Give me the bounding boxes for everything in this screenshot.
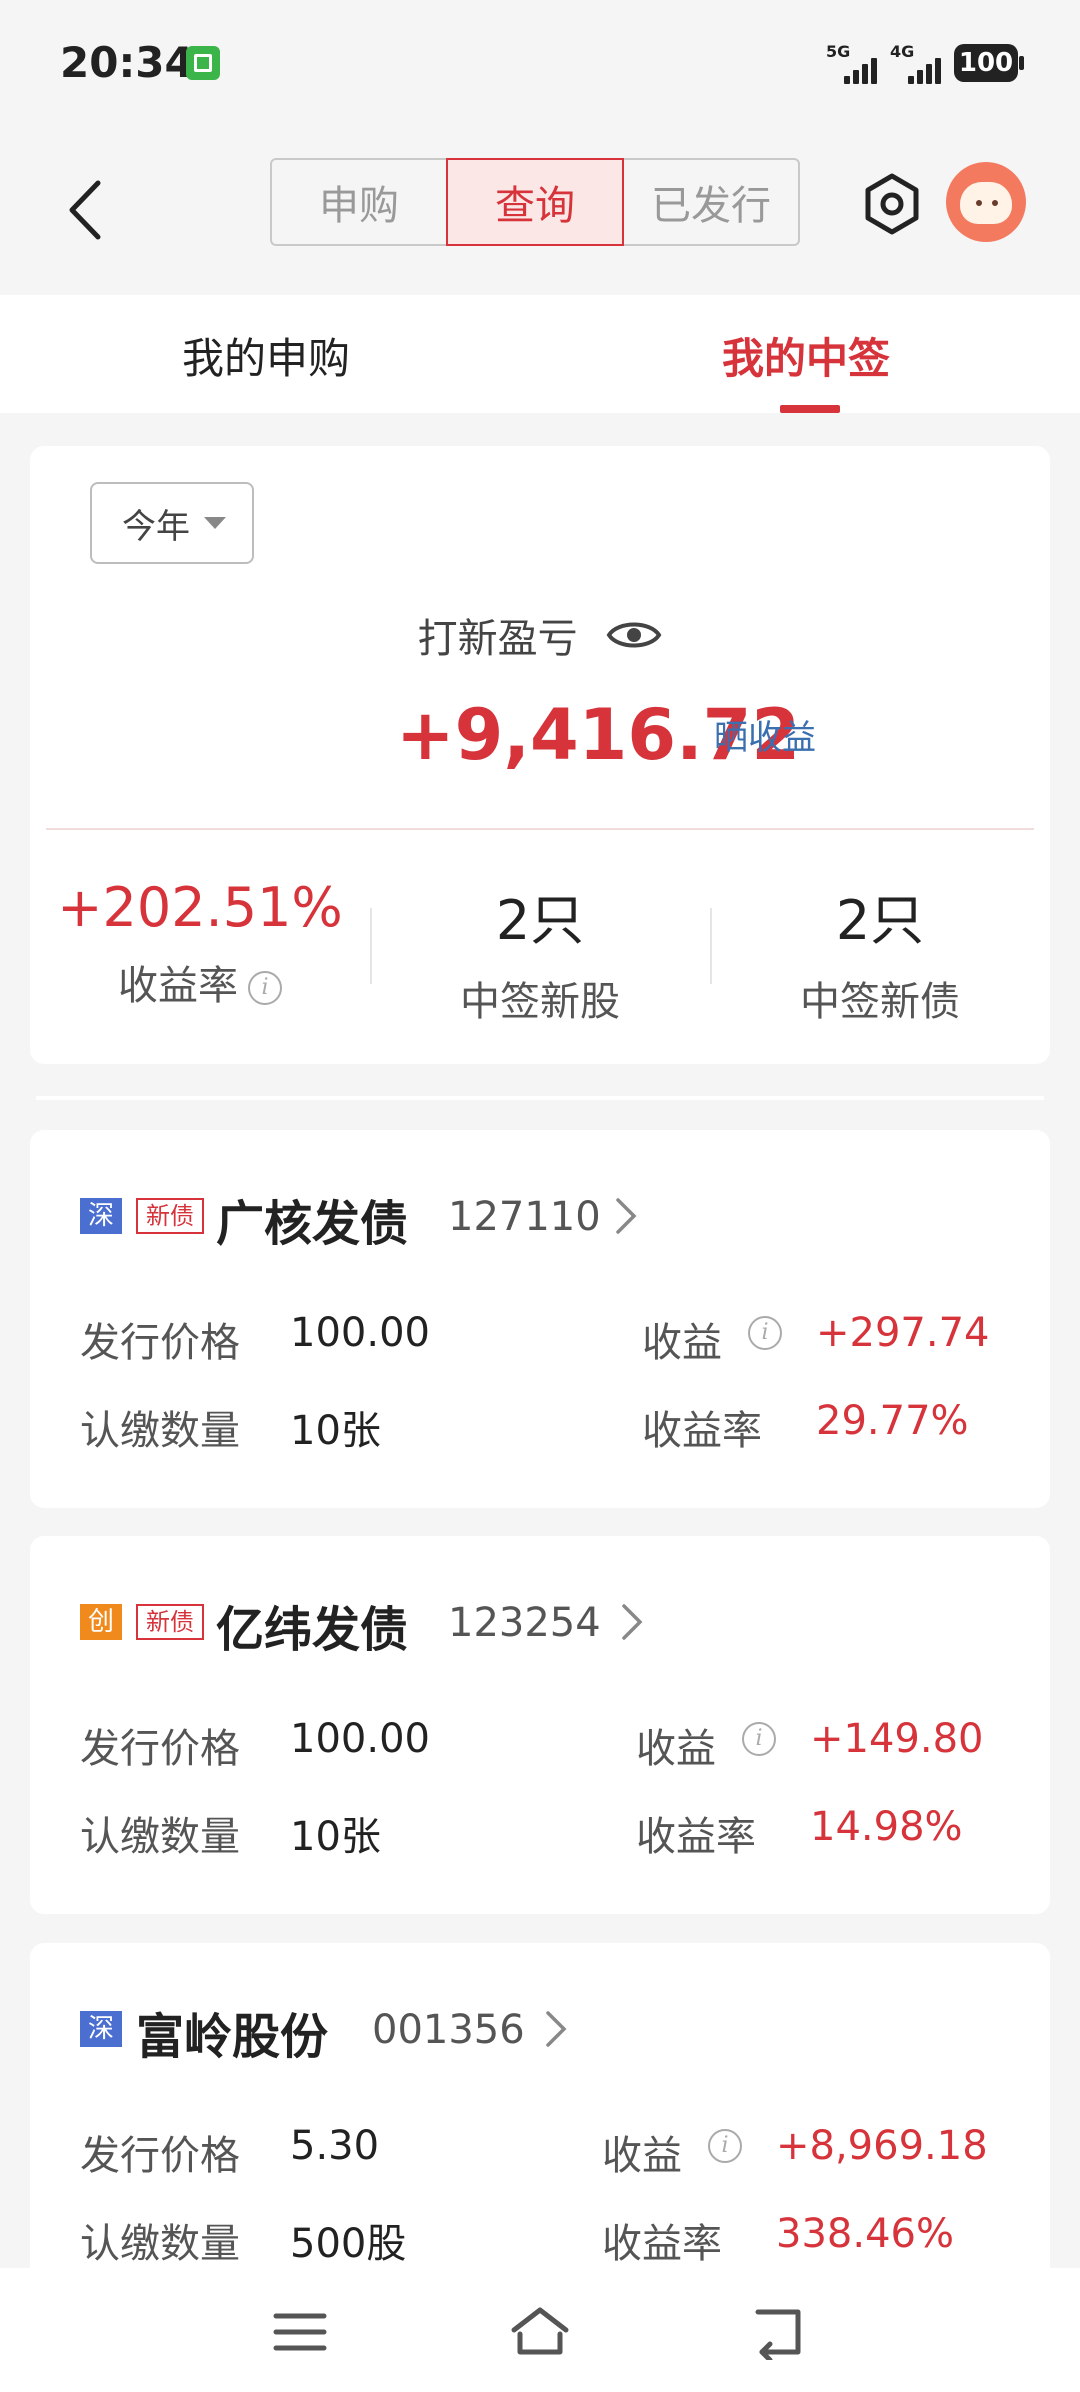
stat-new-stocks: 2只 中签新股 (370, 876, 710, 1027)
profit-rate-value: 338.46% (776, 2211, 954, 2257)
segment-subscribe[interactable]: 申购 (270, 158, 448, 246)
segment-query[interactable]: 查询 (446, 158, 624, 246)
tab-my-subscriptions[interactable]: 我的申购 (182, 325, 350, 386)
holding-code: 123254 (448, 1600, 601, 1646)
market-badge: 深 (80, 2011, 122, 2047)
segment-issued[interactable]: 已发行 (622, 158, 800, 246)
profit-value: +297.74 (816, 1310, 990, 1356)
profit-rate-label: 收益率 (636, 1814, 756, 1860)
divider (36, 1096, 1044, 1100)
notification-icon (186, 46, 220, 80)
back-nav-icon[interactable] (750, 2304, 810, 2360)
holding-code: 001356 (372, 2007, 525, 2053)
system-nav-bar (0, 2268, 1080, 2392)
status-time: 20:34 (60, 38, 194, 87)
issue-price-label: 发行价格 (80, 1320, 240, 1366)
quantity-value: 10张 (290, 1814, 381, 1860)
holding-header[interactable]: 创 新债 亿纬发债 123254 (80, 1592, 980, 1658)
stat-value: +202.51% (57, 876, 343, 939)
issue-price-label: 发行价格 (80, 1726, 240, 1772)
avatar[interactable] (946, 162, 1026, 242)
profit-value: +149.80 (810, 1716, 984, 1762)
profit-label: 收益 (636, 1726, 716, 1772)
chevron-right-icon (616, 1198, 637, 1234)
quantity-value: 10张 (290, 1408, 381, 1454)
active-tab-indicator (780, 405, 840, 413)
profit-rate-label: 收益率 (642, 1408, 762, 1454)
holding-code: 127110 (448, 1194, 601, 1240)
holding-header[interactable]: 深 新债 广核发债 127110 (80, 1186, 980, 1252)
divider (46, 828, 1034, 830)
avatar-eye (992, 200, 998, 206)
holding-name: 富岭股份 (136, 2009, 329, 2065)
profit-value: +8,969.18 (776, 2123, 988, 2169)
issue-price-value: 100.00 (290, 1310, 430, 1356)
period-label: 今年 (122, 506, 190, 547)
pl-title: 打新盈亏 (30, 606, 1050, 664)
menu-icon[interactable] (270, 2304, 330, 2360)
quantity-label: 认缴数量 (80, 2221, 240, 2267)
market-badge: 创 (80, 1604, 122, 1640)
holding-name: 亿纬发债 (216, 1602, 409, 1658)
holding-card[interactable]: 深 新债 广核发债 127110 发行价格 100.00 收益 i +297.7… (30, 1130, 1050, 1508)
holding-header[interactable]: 深 富岭股份 001356 (80, 1999, 980, 2065)
issue-price-label: 发行价格 (80, 2133, 240, 2179)
info-icon[interactable]: i (248, 971, 282, 1005)
chevron-right-icon (546, 2011, 567, 2047)
avatar-face (960, 182, 1012, 224)
share-profit-link[interactable]: 晒收益 (714, 710, 816, 759)
issue-price-value: 5.30 (290, 2123, 380, 2169)
stat-label: 中签新股 (460, 979, 620, 1025)
segmented-control: 申购 查询 已发行 (270, 158, 800, 246)
quantity-value: 500股 (290, 2221, 407, 2267)
back-icon (69, 180, 101, 240)
stat-value: 2只 (495, 889, 585, 952)
caret-down-icon (204, 517, 226, 529)
avatar-eye (976, 200, 982, 206)
settings-icon (865, 173, 919, 235)
pl-label: 打新盈亏 (417, 616, 578, 662)
sub-tabs: 我的申购 我的中签 (0, 295, 1080, 413)
home-icon[interactable] (510, 2304, 570, 2360)
profit-rate-label: 收益率 (602, 2221, 722, 2267)
holding-card[interactable]: 创 新债 亿纬发债 123254 发行价格 100.00 收益 i +149.8… (30, 1536, 1050, 1914)
info-icon[interactable]: i (748, 1316, 782, 1350)
holding-name: 广核发债 (216, 1196, 409, 1252)
new-bond-badge: 新债 (136, 1198, 204, 1234)
tab-my-allotments[interactable]: 我的中签 (722, 325, 890, 386)
stat-value: 2只 (835, 889, 925, 952)
back-button[interactable] (60, 175, 110, 245)
battery-icon: 100 (954, 44, 1024, 82)
profit-label: 收益 (602, 2133, 682, 2179)
stat-new-bonds: 2只 中签新债 (710, 876, 1050, 1027)
profit-rate-value: 29.77% (816, 1398, 969, 1444)
market-badge: 深 (80, 1198, 122, 1234)
stat-label: 中签新债 (800, 979, 960, 1025)
new-bond-badge: 新债 (136, 1604, 204, 1640)
info-icon[interactable]: i (708, 2129, 742, 2163)
status-bar: 20:34 5G 4G 100 (0, 0, 1080, 130)
stat-profit-rate: +202.51% 收益率 i (30, 876, 370, 1011)
quantity-label: 认缴数量 (80, 1814, 240, 1860)
signal-4g-icon: 4G (890, 42, 960, 84)
stat-label: 收益率 i (30, 953, 370, 1011)
chevron-right-icon (622, 1604, 643, 1640)
quantity-label: 认缴数量 (80, 1408, 240, 1454)
settings-button[interactable] (860, 172, 924, 236)
profit-label: 收益 (642, 1320, 722, 1366)
signal-5g-icon: 5G (826, 42, 896, 84)
period-dropdown[interactable]: 今年 (90, 482, 254, 564)
info-icon[interactable]: i (742, 1722, 776, 1756)
eye-icon[interactable] (606, 615, 662, 655)
summary-card: 今年 打新盈亏 +9,416.72 晒收益 +202.51% 收益率 i 2只 中… (30, 446, 1050, 1064)
issue-price-value: 100.00 (290, 1716, 430, 1762)
profit-rate-value: 14.98% (810, 1804, 963, 1850)
top-bar: 申购 查询 已发行 (0, 130, 1080, 295)
